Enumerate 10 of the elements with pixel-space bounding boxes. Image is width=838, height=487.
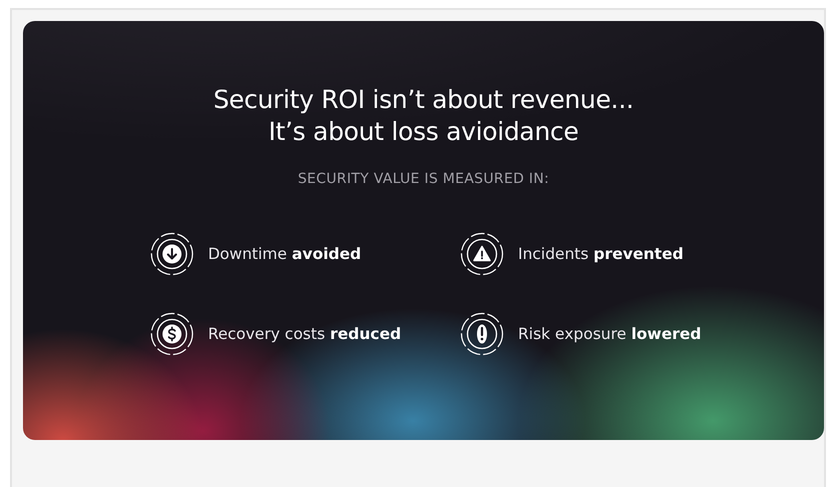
value-label: Risk exposure lowered: [518, 325, 702, 343]
value-label: Downtime avoided: [208, 245, 362, 263]
headline: It’s about loss avioidance: [267, 116, 580, 148]
value-label: Recovery costs reduced: [208, 325, 402, 343]
headline: Security ROI isn’t about revenue...: [212, 84, 635, 116]
warning-icon: [460, 232, 504, 276]
value-label: Incidents prevented: [518, 245, 684, 263]
exclamation-icon: [460, 312, 504, 356]
subtitle: SECURITY VALUE IS MEASURED IN:: [296, 171, 550, 187]
dollar-icon: [150, 312, 194, 356]
